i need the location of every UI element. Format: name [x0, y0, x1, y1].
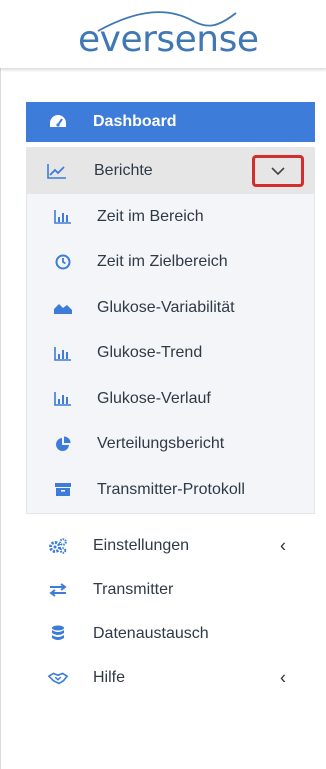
- expand-toggle-button[interactable]: [252, 155, 304, 187]
- line-chart-icon: [47, 161, 67, 181]
- bar-chart-icon: [53, 389, 73, 409]
- bar-chart-icon: [53, 207, 73, 227]
- database-icon: [48, 624, 68, 644]
- sidebar-item-label: Dashboard: [93, 113, 177, 130]
- submenu-item-verteilungsbericht[interactable]: Verteilungsbericht: [27, 422, 314, 468]
- sidebar-item-label: Transmitter: [93, 580, 174, 598]
- sidebar-nav: Dashboard Berichte Zeit im Bereich Zeit …: [0, 102, 315, 700]
- chevron-down-icon: [271, 166, 285, 175]
- submenu-item-zeit-im-bereich[interactable]: Zeit im Bereich: [27, 194, 314, 240]
- archive-icon: [53, 480, 73, 500]
- area-chart-icon: [53, 298, 73, 318]
- sidebar-item-hilfe[interactable]: Hilfe ‹: [26, 656, 315, 700]
- logo-text: eversense: [78, 19, 259, 60]
- gauge-icon: [48, 112, 68, 132]
- submenu-item-glukose-verlauf[interactable]: Glukose-Verlauf: [27, 376, 314, 422]
- submenu-item-label: Zeit im Bereich: [97, 207, 204, 225]
- submenu-item-glukose-variabilitaet[interactable]: Glukose-Variabilität: [27, 285, 314, 331]
- submenu-item-label: Glukose-Verlauf: [97, 389, 211, 407]
- sidebar-item-label: Berichte: [94, 162, 153, 179]
- exchange-icon: [48, 580, 68, 600]
- submenu-item-label: Glukose-Trend: [97, 344, 203, 362]
- cogs-icon: [48, 536, 68, 556]
- handshake-icon: [48, 668, 68, 688]
- sidebar-item-dashboard[interactable]: Dashboard: [26, 102, 315, 142]
- submenu-item-label: Transmitter-Protokoll: [97, 480, 245, 498]
- submenu-item-transmitter-protokoll[interactable]: Transmitter-Protokoll: [27, 467, 314, 513]
- sidebar-item-transmitter[interactable]: Transmitter: [26, 568, 315, 612]
- chevron-left-icon: ‹: [280, 535, 286, 555]
- submenu-item-label: Zeit im Zielbereich: [97, 253, 228, 271]
- sidebar-item-label: Hilfe: [93, 668, 126, 686]
- sidebar-secondary-items: Einstellungen ‹ Transmitter Datenaustaus…: [0, 524, 315, 700]
- submenu-item-label: Glukose-Variabilität: [97, 298, 235, 316]
- bar-chart-icon: [53, 343, 73, 363]
- chevron-left-icon: ‹: [280, 667, 286, 687]
- berichte-submenu: Berichte Zeit im Bereich Zeit im Zielber…: [26, 147, 315, 514]
- logo-bar: eversense: [0, 0, 326, 68]
- submenu-item-glukose-trend[interactable]: Glukose-Trend: [27, 331, 314, 377]
- sidebar-item-label: Datenaustausch: [93, 624, 209, 642]
- pie-chart-icon: [53, 434, 73, 454]
- sidebar-item-berichte[interactable]: Berichte: [27, 148, 314, 194]
- sidebar-item-datenaustausch[interactable]: Datenaustausch: [26, 612, 315, 656]
- sidebar-item-label: Einstellungen: [93, 536, 190, 554]
- submenu-item-zeit-im-zielbereich[interactable]: Zeit im Zielbereich: [27, 240, 314, 286]
- submenu-item-label: Verteilungsbericht: [97, 435, 225, 453]
- eversense-logo[interactable]: eversense: [68, 5, 259, 63]
- clock-icon: [53, 252, 73, 272]
- sidebar-item-einstellungen[interactable]: Einstellungen ‹: [26, 524, 315, 568]
